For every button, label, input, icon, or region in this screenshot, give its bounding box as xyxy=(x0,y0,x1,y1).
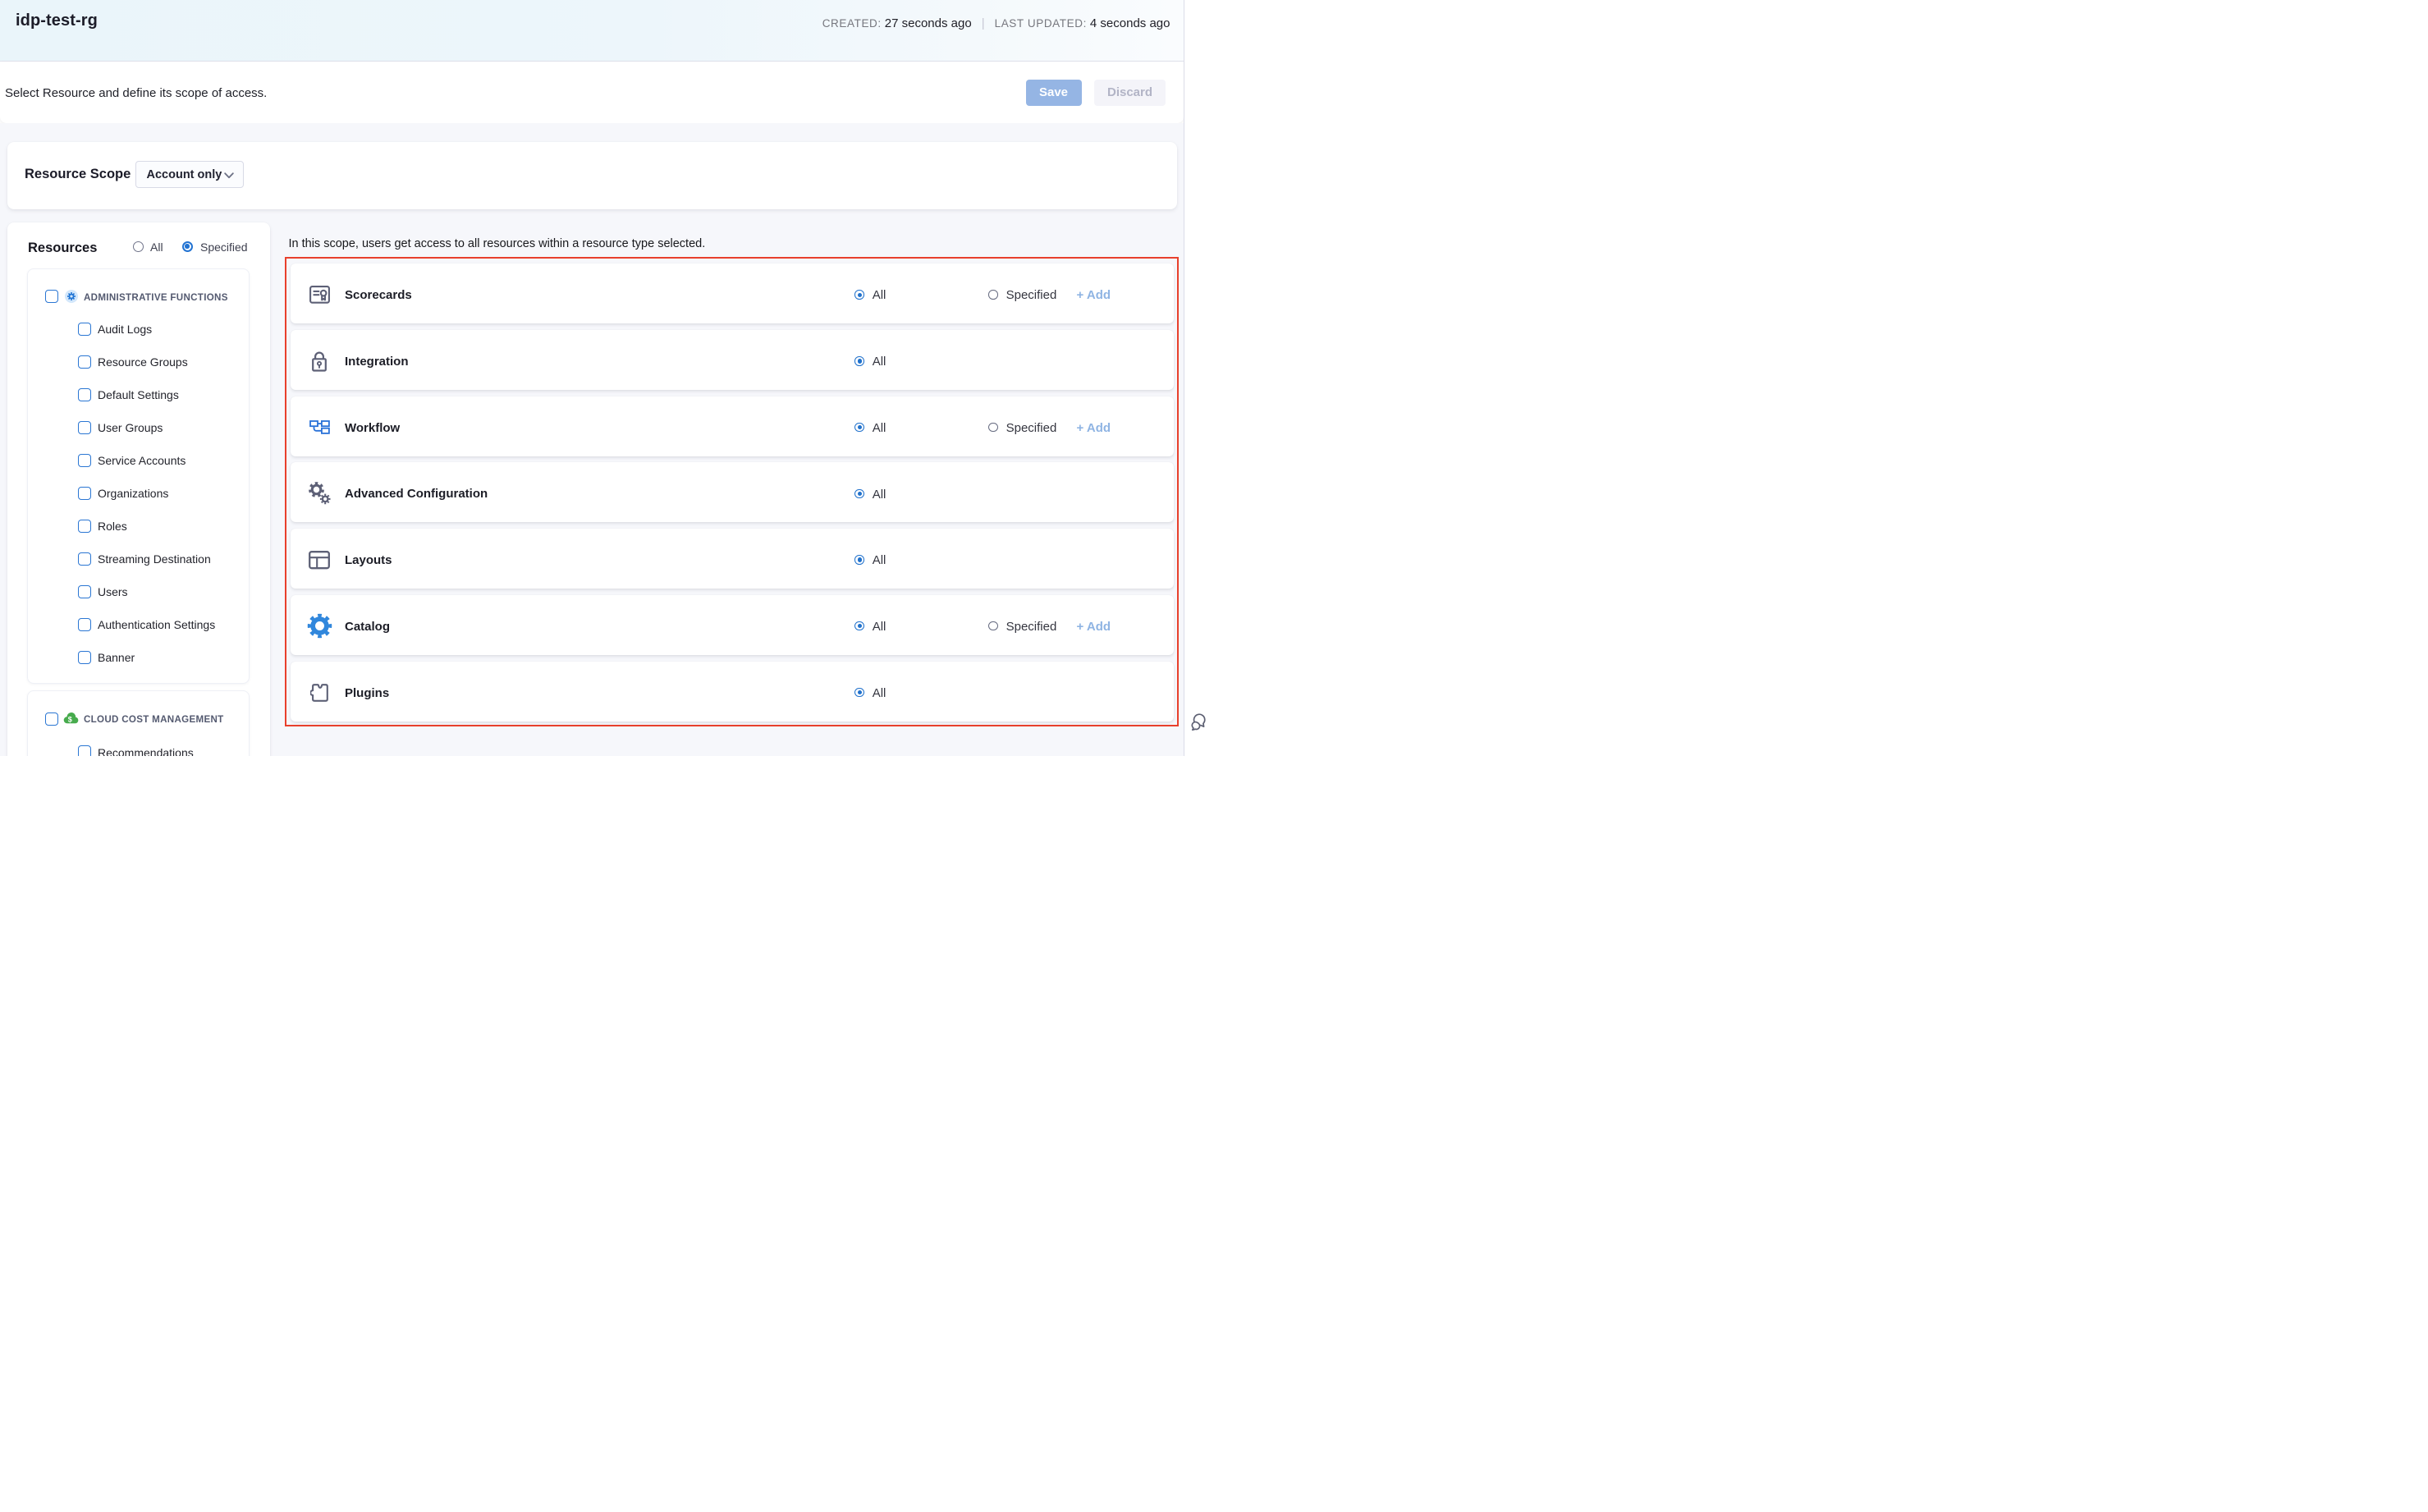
svg-text:$: $ xyxy=(68,716,72,724)
